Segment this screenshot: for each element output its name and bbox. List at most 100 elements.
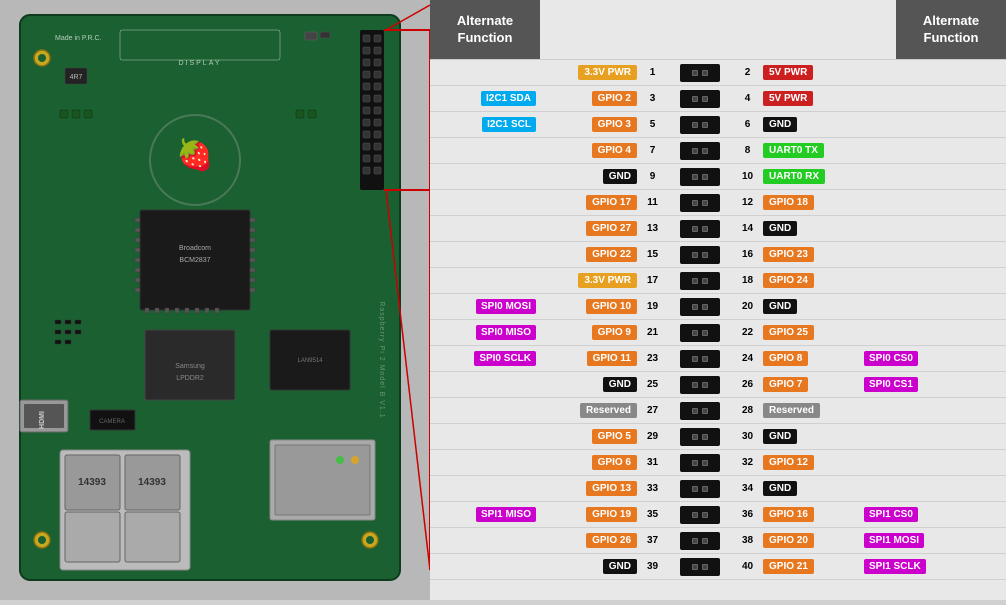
left-pin-number: 3 <box>640 93 665 104</box>
right-pin-name-cell: GPIO 12 <box>760 455 860 470</box>
pin-row: GPIO 271314GND <box>430 216 1006 242</box>
connector-header <box>683 0 753 59</box>
left-pin-name-badge: GPIO 2 <box>592 91 637 106</box>
left-pin-name-badge: GPIO 4 <box>592 143 637 158</box>
connector-cell <box>665 142 735 160</box>
pin-row: SPI0 MISOGPIO 92122GPIO 25 <box>430 320 1006 346</box>
left-alt-func-cell: SPI0 MISO <box>430 325 540 340</box>
right-pin-name-badge: GPIO 23 <box>763 247 814 262</box>
pin-connector-dot <box>702 486 708 492</box>
left-pin-name-cell: GPIO 13 <box>540 481 640 496</box>
pin-row: I2C1 SDAGPIO 2345V PWR <box>430 86 1006 112</box>
pin-connector-dot <box>702 252 708 258</box>
left-pin-name-cell: 3.3V PWR <box>540 273 640 288</box>
right-pin-name-badge: GPIO 18 <box>763 195 814 210</box>
pin-connector-dot <box>692 174 698 180</box>
right-pin-name-badge: GND <box>763 221 797 236</box>
right-pin-number: 32 <box>735 457 760 468</box>
left-pin-number: 1 <box>640 67 665 78</box>
right-pin-name-cell: UART0 TX <box>760 143 860 158</box>
left-alt-func-badge: SPI0 MOSI <box>476 299 536 314</box>
right-pin-name-badge: GPIO 24 <box>763 273 814 288</box>
svg-text:LPDDR2: LPDDR2 <box>176 375 204 382</box>
right-pin-name-badge: GND <box>763 299 797 314</box>
pin-connector-dot <box>692 278 698 284</box>
right-alt-func-badge: SPI1 MOSI <box>864 533 924 548</box>
pin-connector-dot <box>702 408 708 414</box>
left-pin-name-cell: GPIO 9 <box>540 325 640 340</box>
pin-connector-dot <box>702 148 708 154</box>
pin-connector-dot <box>692 200 698 206</box>
connector-cell <box>665 272 735 290</box>
left-pin-name-cell: GND <box>540 377 640 392</box>
left-pin-number: 5 <box>640 119 665 130</box>
pin-connector-dot <box>692 538 698 544</box>
right-pin-name-badge: Reserved <box>763 403 820 418</box>
pin-connector-dot <box>692 434 698 440</box>
connector-cell <box>665 532 735 550</box>
connector-cell <box>665 480 735 498</box>
left-pin-name-cell: Reserved <box>540 403 640 418</box>
right-pin-name-badge: GND <box>763 429 797 444</box>
right-pin-name-badge: GPIO 8 <box>763 351 808 366</box>
pin-row: I2C1 SCLGPIO 356GND <box>430 112 1006 138</box>
left-pin-name-cell: GPIO 2 <box>540 91 640 106</box>
left-pin-name-cell: GPIO 4 <box>540 143 640 158</box>
left-pin-name-cell: 3.3V PWR <box>540 65 640 80</box>
svg-text:LAN9514: LAN9514 <box>297 358 323 364</box>
pin-row: GPIO 52930GND <box>430 424 1006 450</box>
left-pin-name-cell: GPIO 11 <box>540 351 640 366</box>
right-pin-name-cell: GPIO 21 <box>760 559 860 574</box>
pin-connector-dot <box>702 174 708 180</box>
left-pin-name-badge: Reserved <box>580 403 637 418</box>
right-pin-name-badge: GPIO 25 <box>763 325 814 340</box>
pin-connector-dot <box>702 96 708 102</box>
left-pin-name-badge: GPIO 10 <box>586 299 637 314</box>
pin-header-row: AlternateFunction AlternateFunction <box>430 0 1006 60</box>
left-pin-number: 31 <box>640 457 665 468</box>
left-pin-number: 15 <box>640 249 665 260</box>
connector-cell <box>665 558 735 576</box>
pin-connector-dot <box>692 512 698 518</box>
left-pin-number: 11 <box>640 197 665 208</box>
left-pin-number: 29 <box>640 431 665 442</box>
pin-connector-dot <box>702 512 708 518</box>
left-pin-name-badge: 3.3V PWR <box>578 65 637 80</box>
left-pin-name-badge: GPIO 22 <box>586 247 637 262</box>
pin-connector-dot <box>692 70 698 76</box>
pin-row: 3.3V PWR125V PWR <box>430 60 1006 86</box>
pin-connector-dot <box>692 460 698 466</box>
right-pin-number: 2 <box>735 67 760 78</box>
left-pin-name-badge: GPIO 6 <box>592 455 637 470</box>
pin-connector-dot <box>702 538 708 544</box>
right-alt-func-badge: SPI0 CS0 <box>864 351 918 366</box>
left-pin-number: 37 <box>640 535 665 546</box>
right-pin-name-badge: GPIO 12 <box>763 455 814 470</box>
pin-row: GPIO 221516GPIO 23 <box>430 242 1006 268</box>
connector-cell <box>665 454 735 472</box>
right-pin-name-badge: UART0 RX <box>763 169 825 184</box>
svg-text:14393: 14393 <box>78 477 106 488</box>
svg-text:4R7: 4R7 <box>70 74 83 81</box>
svg-text:BCM2837: BCM2837 <box>179 257 210 264</box>
pin-connector-dot <box>692 122 698 128</box>
connector-cell <box>665 428 735 446</box>
right-pin-name-cell: GPIO 16 <box>760 507 860 522</box>
pin-connector-dot <box>692 408 698 414</box>
left-alt-func-badge: I2C1 SCL <box>482 117 536 132</box>
connector-cell <box>665 402 735 420</box>
connector-cell <box>665 506 735 524</box>
pin-row: GPIO 133334GND <box>430 476 1006 502</box>
left-pin-number: 7 <box>640 145 665 156</box>
right-pin-name-badge: GPIO 20 <box>763 533 814 548</box>
pin-row: SPI0 MOSIGPIO 101920GND <box>430 294 1006 320</box>
right-pin-number: 4 <box>735 93 760 104</box>
right-pin-name-cell: GND <box>760 481 860 496</box>
right-pin-name-cell: GPIO 23 <box>760 247 860 262</box>
right-alt-func-cell: SPI0 CS0 <box>860 351 970 366</box>
pin-connector-dot <box>692 252 698 258</box>
right-pin-name-cell: GPIO 18 <box>760 195 860 210</box>
pin-row: SPI0 SCLKGPIO 112324GPIO 8SPI0 CS0 <box>430 346 1006 372</box>
svg-text:HDMI: HDMI <box>39 411 46 429</box>
left-pin-number: 27 <box>640 405 665 416</box>
